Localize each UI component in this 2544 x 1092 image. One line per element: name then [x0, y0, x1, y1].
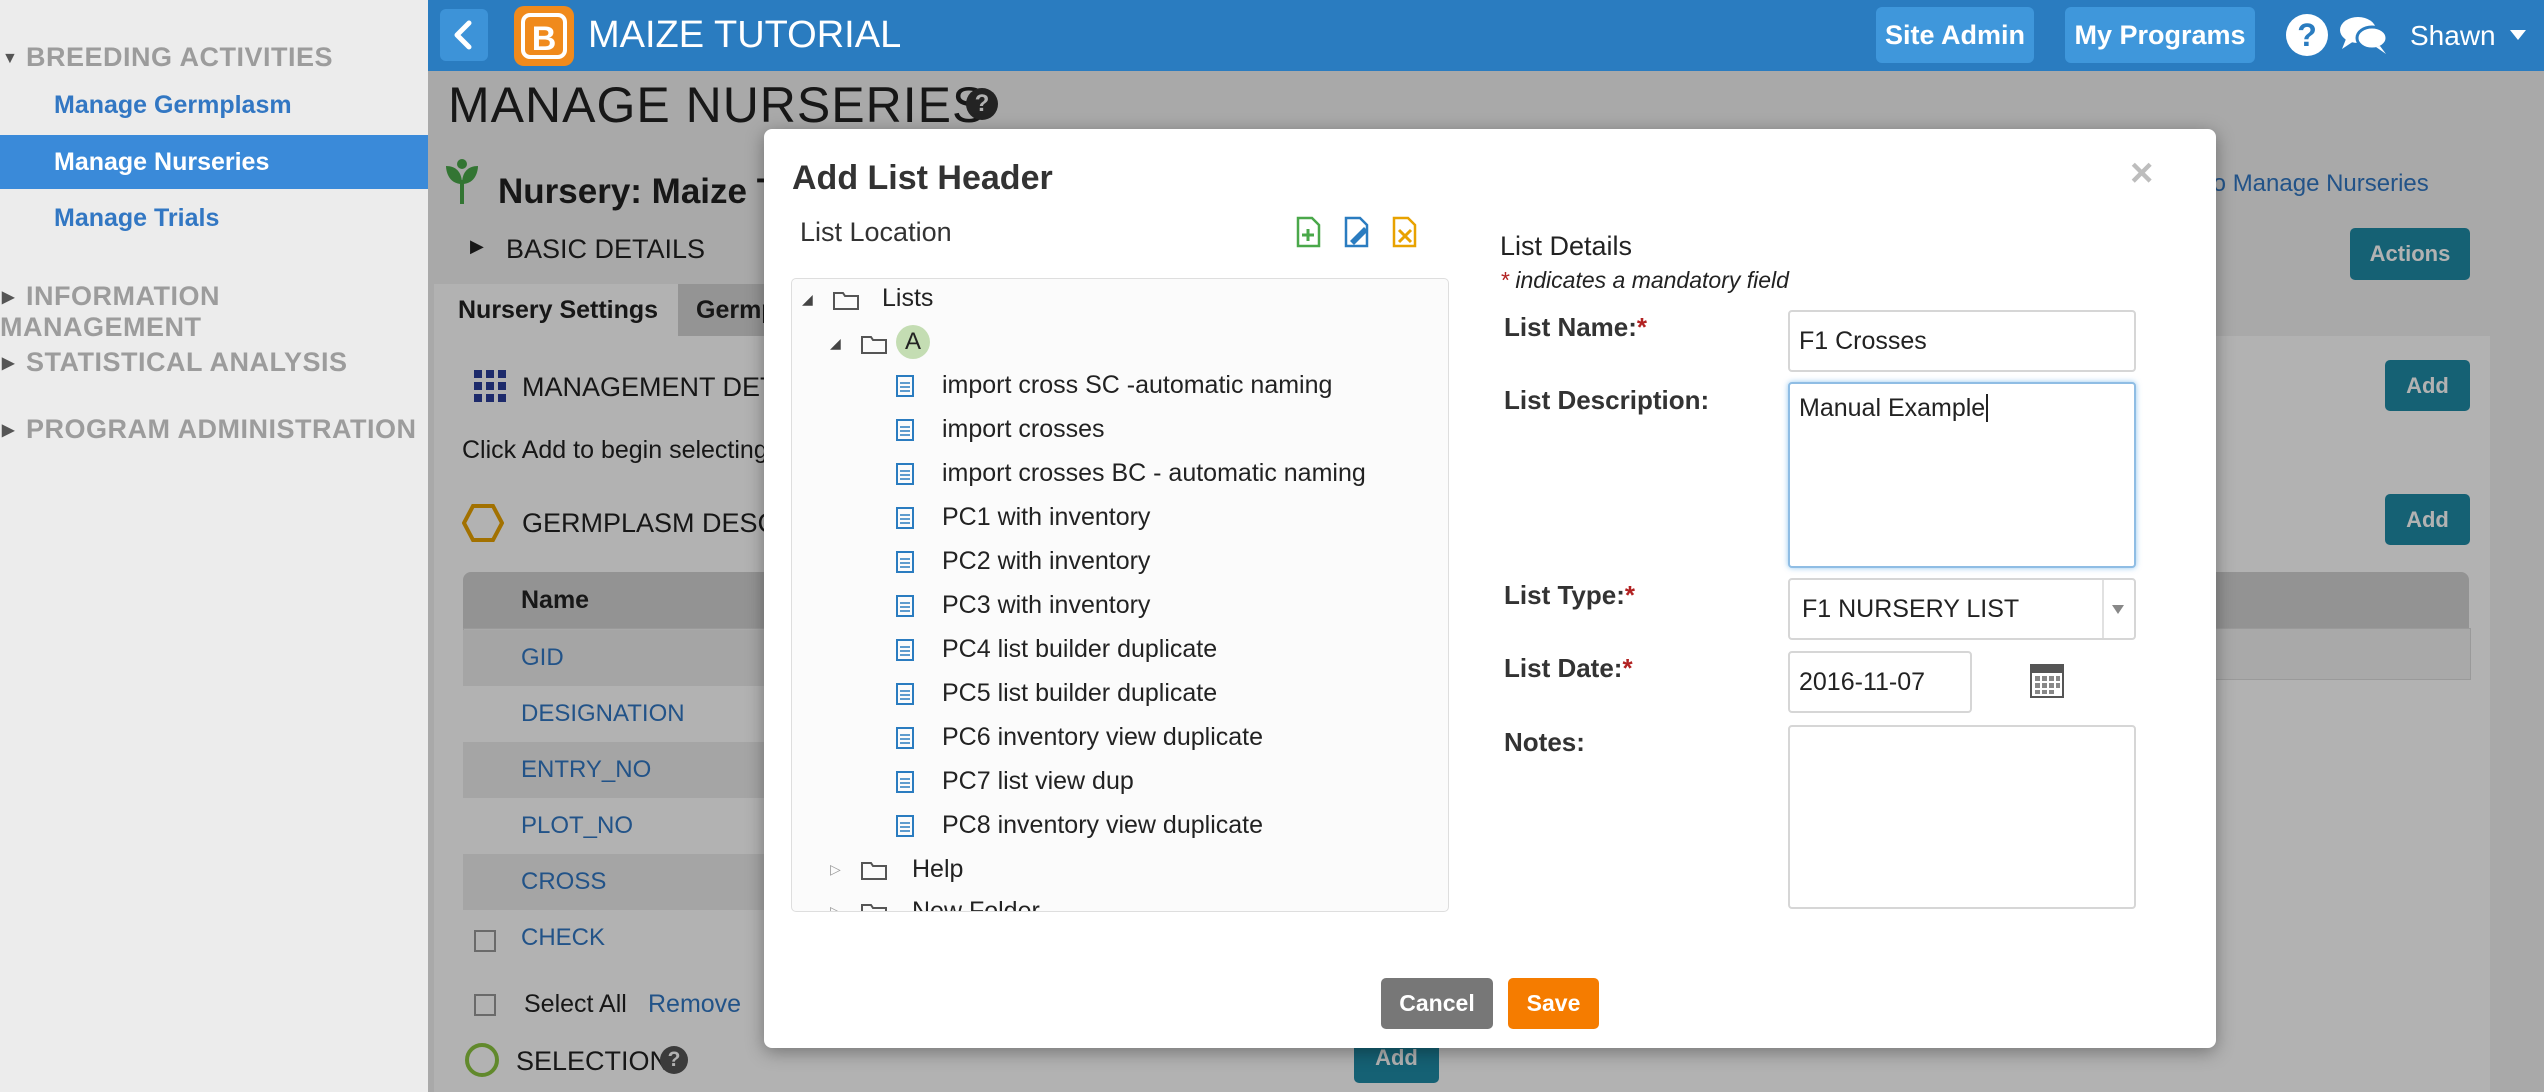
sidebar-item-manage-nurseries[interactable]: Manage Nurseries: [0, 135, 428, 189]
list-file-icon: [896, 683, 914, 705]
sidebar-item-manage-trials[interactable]: Manage Trials: [54, 204, 219, 233]
list-location-tree[interactable]: ◢ Lists ◢ A import cross SC -automatic n…: [791, 278, 1449, 912]
sidebar-section-program-administration[interactable]: ▶ PROGRAM ADMINISTRATION: [0, 414, 416, 445]
list-name-input[interactable]: [1788, 310, 2136, 372]
list-description-label: List Description:: [1504, 385, 1710, 415]
mandatory-field-note: * indicates a mandatory field: [1500, 267, 1789, 293]
tree-node-list[interactable]: PC3 with inventory: [942, 591, 1150, 620]
list-file-icon: [896, 639, 914, 661]
site-admin-button[interactable]: Site Admin: [1876, 7, 2034, 63]
sidebar-section-breeding-activities[interactable]: ▼ BREEDING ACTIVITIES: [0, 42, 333, 73]
notes-label: Notes:: [1504, 727, 1585, 757]
list-description-textarea[interactable]: Manual Example: [1788, 382, 2136, 568]
folder-icon: [833, 292, 859, 310]
tree-node-list[interactable]: PC8 inventory view duplicate: [942, 811, 1263, 840]
list-name-label: List Name:*: [1504, 312, 1648, 342]
close-icon[interactable]: ×: [2130, 151, 2153, 196]
collapse-arrow-icon[interactable]: ◢: [830, 335, 841, 352]
list-file-icon: [896, 375, 914, 397]
tree-node-list[interactable]: PC2 with inventory: [942, 547, 1150, 576]
app-title: MAIZE TUTORIAL: [588, 14, 902, 56]
my-programs-button[interactable]: My Programs: [2065, 7, 2255, 63]
tree-node-list[interactable]: PC6 inventory view duplicate: [942, 723, 1263, 752]
add-list-header-dialog: Add List Header × List Location ◢ Lists …: [764, 129, 2216, 1048]
list-file-icon: [896, 507, 914, 529]
folder-icon: [861, 904, 887, 911]
caret-down-icon: ▼: [2, 50, 19, 67]
dialog-title: Add List Header: [792, 159, 1053, 197]
chat-icon[interactable]: [2338, 13, 2390, 57]
list-file-icon: [896, 815, 914, 837]
tree-node-list[interactable]: import crosses BC - automatic naming: [942, 459, 1366, 488]
list-date-input[interactable]: [1788, 651, 1972, 713]
chevron-left-icon: [454, 20, 472, 50]
list-date-label: List Date:*: [1504, 653, 1633, 683]
list-file-icon: [896, 595, 914, 617]
tree-node-new-folder[interactable]: New Folder: [912, 897, 1040, 911]
list-location-label: List Location: [800, 217, 952, 247]
list-file-icon: [896, 419, 914, 441]
collapse-arrow-icon[interactable]: ◢: [802, 291, 813, 308]
user-menu[interactable]: Shawn: [2410, 20, 2496, 52]
notes-textarea[interactable]: [1788, 725, 2136, 909]
svg-text:B: B: [532, 20, 557, 58]
add-folder-icon[interactable]: [1292, 215, 1326, 249]
caret-down-icon[interactable]: [2510, 30, 2526, 40]
tree-node-folder-a[interactable]: A: [896, 325, 930, 359]
list-type-select[interactable]: F1 NURSERY LIST: [1788, 578, 2136, 640]
back-button[interactable]: [440, 9, 488, 61]
breeding-management-logo: B: [514, 6, 574, 66]
save-button[interactable]: Save: [1508, 978, 1599, 1029]
list-file-icon: [896, 551, 914, 573]
text-cursor: [1986, 394, 1989, 422]
tree-node-list[interactable]: PC4 list builder duplicate: [942, 635, 1217, 664]
list-details-heading: List Details: [1500, 231, 1633, 261]
list-file-icon: [896, 727, 914, 749]
tree-node-list[interactable]: import crosses: [942, 415, 1105, 444]
tree-node-list[interactable]: PC1 with inventory: [942, 503, 1150, 532]
cancel-button[interactable]: Cancel: [1381, 978, 1493, 1029]
sidebar-item-manage-germplasm[interactable]: Manage Germplasm: [54, 91, 292, 120]
tree-node-list[interactable]: import cross SC -automatic naming: [942, 371, 1332, 400]
delete-folder-icon[interactable]: [1388, 215, 1422, 249]
list-type-label: List Type:*: [1504, 580, 1635, 610]
tree-node-list[interactable]: PC5 list builder duplicate: [942, 679, 1217, 708]
help-icon[interactable]: ?: [2286, 14, 2328, 56]
rename-folder-icon[interactable]: [1340, 215, 1374, 249]
tree-node-help[interactable]: Help: [912, 855, 963, 884]
folder-icon: [861, 336, 887, 354]
caret-right-icon: ▶: [2, 422, 15, 439]
tree-node-list[interactable]: PC7 list view dup: [942, 767, 1134, 796]
dropdown-caret-icon[interactable]: [2102, 580, 2134, 638]
tree-node-lists[interactable]: Lists: [882, 284, 933, 313]
sidebar-section-information-management[interactable]: ▶ INFORMATION MANAGEMENT: [0, 281, 428, 343]
top-navigation-bar: B MAIZE TUTORIAL Site Admin My Programs …: [428, 0, 2544, 71]
folder-icon: [861, 862, 887, 880]
calendar-icon[interactable]: [2030, 664, 2064, 698]
sidebar-section-statistical-analysis[interactable]: ▶ STATISTICAL ANALYSIS: [0, 347, 348, 378]
expand-arrow-icon[interactable]: ▷: [830, 861, 841, 878]
expand-arrow-icon[interactable]: ▷: [830, 903, 841, 911]
list-file-icon: [896, 463, 914, 485]
caret-right-icon: ▶: [2, 289, 15, 306]
list-file-icon: [896, 771, 914, 793]
sidebar: ▼ BREEDING ACTIVITIES Manage Germplasm Ma…: [0, 0, 428, 1092]
caret-right-icon: ▶: [2, 355, 15, 372]
